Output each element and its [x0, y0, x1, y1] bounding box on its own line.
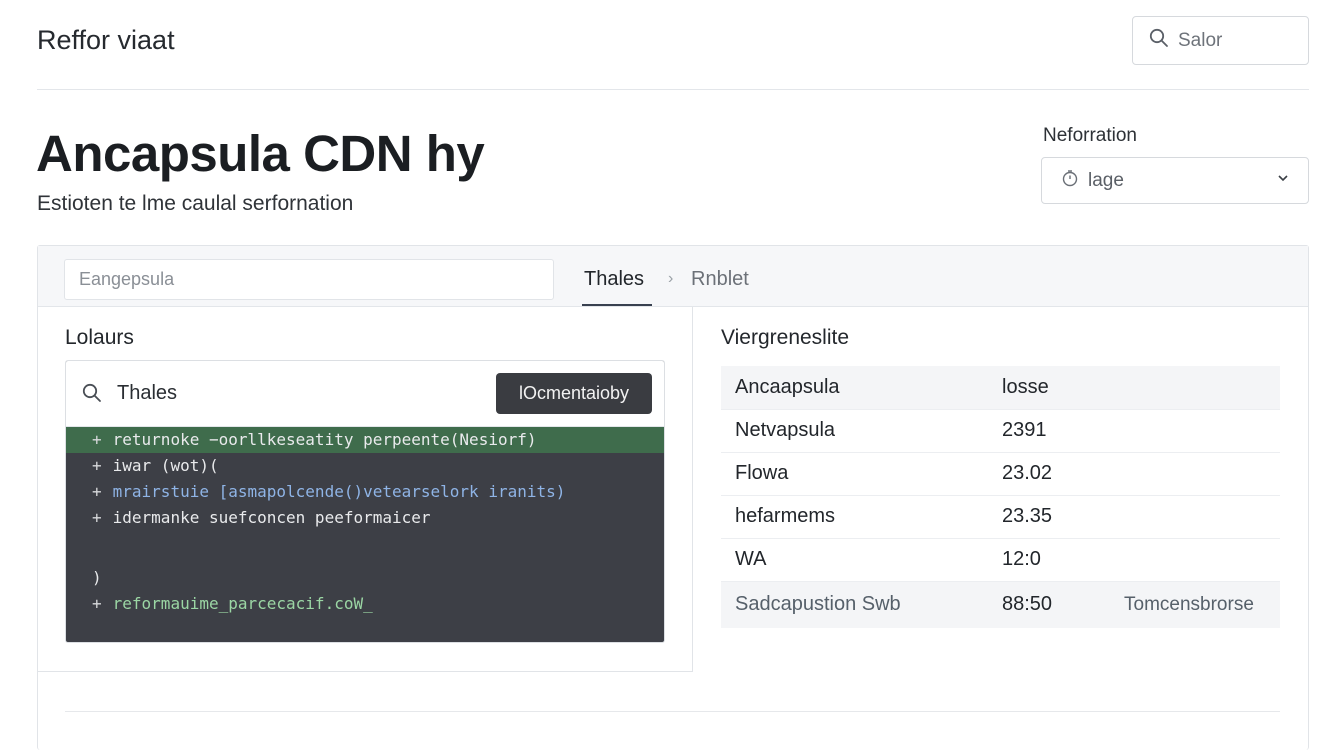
chevron-down-icon	[1276, 171, 1290, 190]
table-cell-extra	[1102, 366, 1280, 410]
code-card-header: Thales lOcmentaioby	[66, 361, 664, 427]
code-line: + returnoke −oorllkeseatity perpeente(Nes…	[66, 427, 664, 453]
code-line-text: returnoke −oorllkeseatity perpeente(Nesi…	[112, 430, 537, 449]
top-bar: Reffor viaat	[0, 0, 1344, 90]
table-row: Ancaapsula losse	[721, 366, 1280, 410]
performance-select-value: lage	[1088, 169, 1124, 191]
chevron-right-icon: ›	[668, 270, 674, 287]
performance-select[interactable]: lage	[1041, 157, 1309, 204]
bottom-divider	[65, 711, 1280, 712]
diff-plus-marker: +	[92, 508, 102, 527]
code-line-text: iwar (wot)(	[112, 456, 219, 475]
table-row: Flowa 23.02	[721, 452, 1280, 496]
performance-label: Neforration	[1043, 125, 1137, 146]
code-line-text: mrairstuie [asmapolcende()vetearselork i…	[112, 482, 566, 501]
diff-plus-marker: +	[92, 482, 102, 501]
table-row: Sadcapustion Swb 88:50 Tomcensbrorse	[721, 581, 1280, 628]
top-search-box[interactable]	[1132, 16, 1309, 65]
metrics-table: Ancaapsula losse Netvapsula 2391 Flowa 23.02 h…	[721, 366, 1280, 628]
table-cell-extra	[1102, 452, 1280, 496]
code-line: )	[66, 565, 664, 591]
left-panel: Lolaurs Thales lOcmentaioby + returnoke −…	[38, 307, 693, 672]
code-line-text: )	[92, 568, 102, 587]
code-line: + reformauime_parcecacif.coW_	[66, 591, 664, 617]
table-cell-value: losse	[1002, 366, 1102, 410]
card-search-box[interactable]	[64, 259, 554, 300]
left-panel-title: Lolaurs	[65, 326, 134, 349]
code-card-label: Thales	[117, 382, 178, 404]
card-search-input[interactable]	[79, 269, 553, 290]
table-row: Netvapsula 2391	[721, 409, 1280, 453]
code-line: + idermanke suefconcen peeformaicer	[66, 505, 664, 531]
table-cell-name: Sadcapustion Swb	[721, 581, 1002, 628]
active-tab-indicator	[582, 304, 652, 306]
right-panel-title: Viergreneslite	[721, 326, 850, 349]
table-cell-value: 23.02	[1002, 452, 1102, 496]
table-cell-value: 2391	[1002, 409, 1102, 453]
page-title: Ancapsula CDN hy	[36, 125, 485, 182]
table-cell-value: 12:0	[1002, 538, 1102, 582]
table-cell-extra: Tomcensbrorse	[1102, 581, 1280, 628]
table-cell-value: 23.35	[1002, 495, 1102, 539]
diff-plus-marker: +	[92, 594, 102, 613]
table-cell-name: Flowa	[721, 452, 1002, 496]
table-cell-name: Netvapsula	[721, 409, 1002, 453]
table-cell-name: WA	[721, 538, 1002, 582]
diff-plus-marker: +	[92, 430, 102, 449]
tab-thales[interactable]: Thales	[584, 268, 644, 291]
table-cell-name: Ancaapsula	[721, 366, 1002, 410]
code-diff: + returnoke −oorllkeseatity perpeente(Nes…	[66, 427, 664, 617]
table-cell-extra	[1102, 495, 1280, 539]
table-row: hefarmems 23.35	[721, 495, 1280, 539]
code-card: Thales lOcmentaioby + returnoke −oorllkes…	[65, 360, 665, 643]
table-cell-extra	[1102, 409, 1280, 453]
main-card: Thales › Rnblet Lolaurs Thales lOcmentai…	[37, 245, 1309, 750]
top-search-input[interactable]	[1178, 29, 1288, 52]
table-cell-value: 88:50	[1002, 581, 1102, 628]
code-line: + iwar (wot)(	[66, 453, 664, 479]
page-subtitle: Estioten te lme caulal serfornation	[37, 192, 354, 215]
search-icon	[1149, 28, 1169, 53]
card-header: Thales › Rnblet	[38, 246, 1308, 307]
table-cell-extra	[1102, 538, 1280, 582]
header-divider	[37, 89, 1309, 90]
tab-rnblet[interactable]: Rnblet	[691, 268, 749, 291]
search-icon[interactable]	[82, 383, 102, 408]
timer-icon	[1060, 168, 1080, 193]
table-row: WA 12:0	[721, 538, 1280, 582]
table-cell-name: hefarmems	[721, 495, 1002, 539]
diff-plus-marker: +	[92, 456, 102, 475]
code-line-text: idermanke suefconcen peeformaicer	[112, 508, 431, 527]
code-line-text: reformauime_parcecacif.coW_	[112, 594, 373, 613]
app-title: Reffor viaat	[37, 25, 175, 55]
code-line: + mrairstuie [asmapolcende()vetearselork …	[66, 479, 664, 505]
documentation-button[interactable]: lOcmentaioby	[496, 373, 652, 414]
